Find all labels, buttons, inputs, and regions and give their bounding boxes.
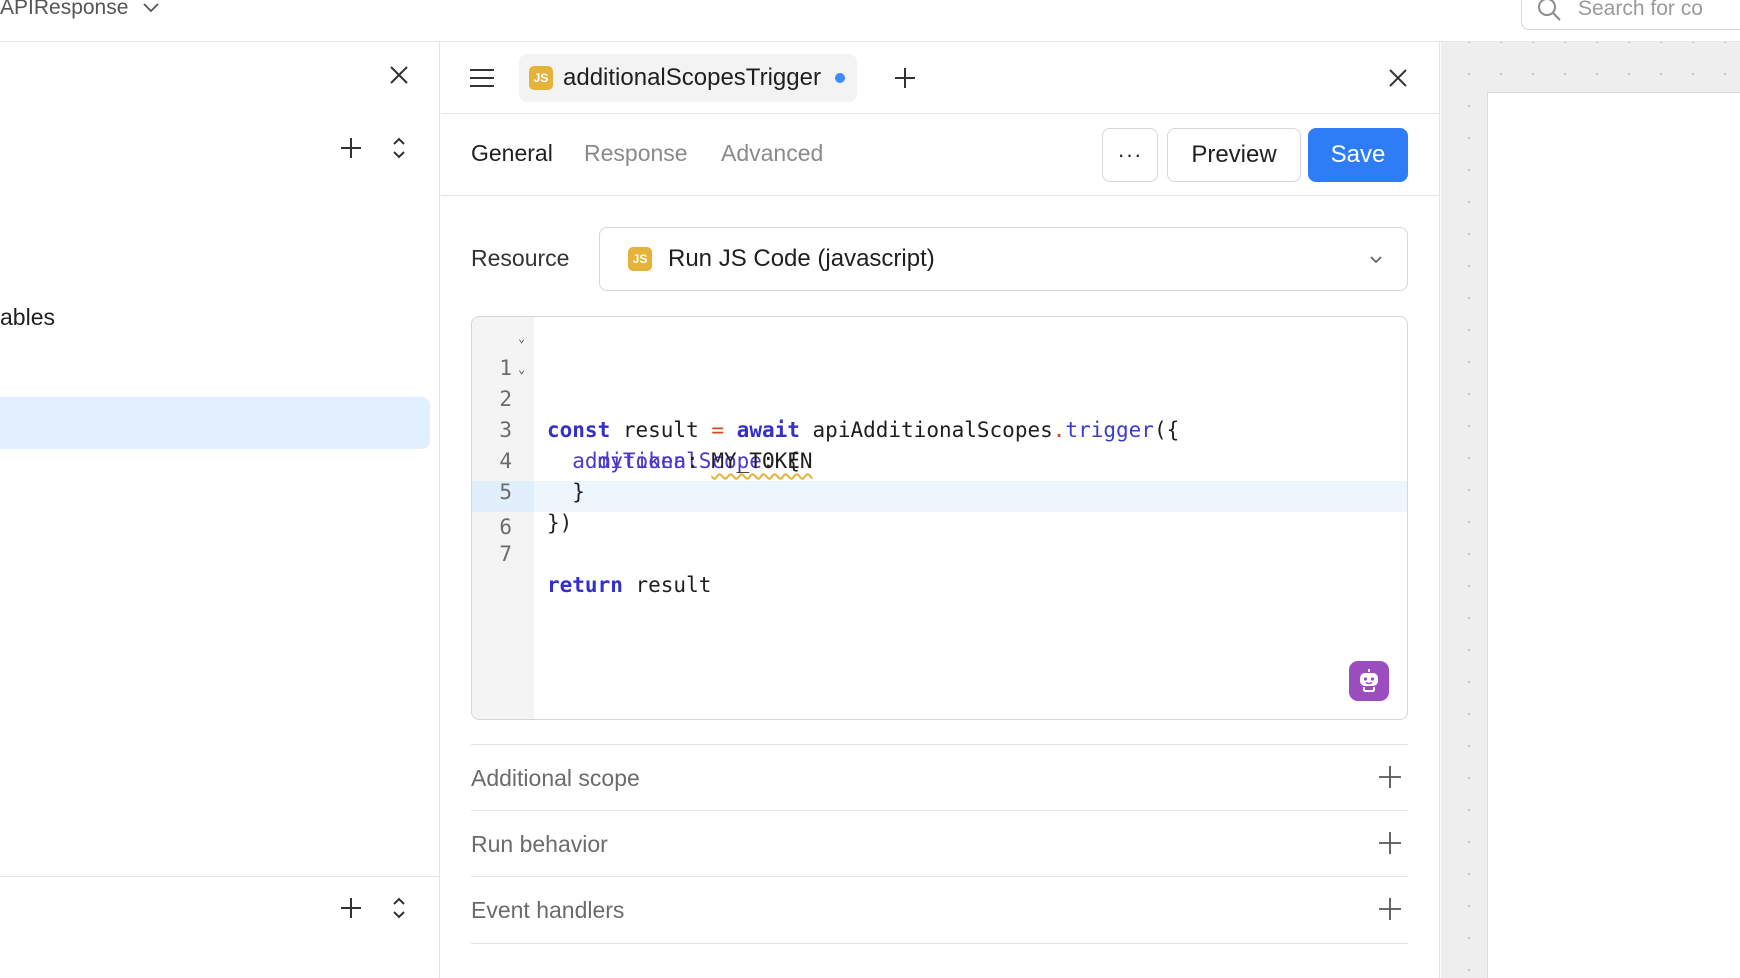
code-line: 3 myToken: MY_TOKEN xyxy=(472,384,1407,473)
search-icon xyxy=(1538,0,1561,21)
tab-general[interactable]: General xyxy=(471,140,553,167)
section-event-handlers[interactable]: Event handlers xyxy=(471,876,1408,942)
code-line: 2 ⌄ additionalScope: { xyxy=(472,353,1407,473)
top-bar: APIResponse Search for co xyxy=(0,0,1740,42)
code-line: 4 } xyxy=(472,415,1407,504)
menu-button[interactable] xyxy=(467,63,497,93)
search-input[interactable]: Search for co xyxy=(1521,0,1740,30)
section-run-behavior[interactable]: Run behavior xyxy=(471,810,1408,876)
query-sub-nav: General Response Advanced ··· Preview Sa… xyxy=(441,114,1440,196)
canvas-frame[interactable] xyxy=(1487,92,1740,978)
code-editor[interactable]: 1 ⌄ const result = await apiAdditionalSc… xyxy=(471,316,1408,720)
left-sidebar: ables xyxy=(0,42,440,978)
app-title: APIResponse xyxy=(0,0,129,19)
tab-advanced[interactable]: Advanced xyxy=(721,140,823,167)
sidebar-section-label: ables xyxy=(0,304,55,330)
line-number: 7 xyxy=(499,542,512,566)
section-label: Run behavior xyxy=(471,831,608,857)
resource-label: Resource xyxy=(471,245,570,271)
code-line: 1 ⌄ const result = await apiAdditionalSc… xyxy=(472,322,1407,442)
sidebar-divider xyxy=(0,876,440,877)
js-badge-icon: JS xyxy=(529,66,553,90)
query-editor-panel: JS additionalScopesTrigger General Respo… xyxy=(441,42,1440,978)
save-button[interactable]: Save xyxy=(1308,128,1408,182)
code-line: 5 }) xyxy=(472,446,1407,535)
section-divider xyxy=(471,943,1408,944)
chevron-down-icon xyxy=(1370,256,1382,264)
plus-icon xyxy=(1379,766,1401,788)
ai-assistant-button[interactable] xyxy=(1349,661,1389,701)
expand-collapse-button-bottom[interactable] xyxy=(384,893,414,923)
fold-chevron-icon[interactable]: ⌄ xyxy=(518,354,525,385)
resource-value: Run JS Code (javascript) xyxy=(668,245,935,272)
tab-additional-scopes-trigger[interactable]: JS additionalScopesTrigger xyxy=(519,54,857,102)
js-resource-icon: JS xyxy=(628,247,652,271)
plus-icon xyxy=(1379,832,1401,854)
tab-name: additionalScopesTrigger xyxy=(563,64,821,91)
close-icon xyxy=(390,66,408,84)
fold-chevron-icon[interactable]: ⌄ xyxy=(518,323,525,354)
plus-icon xyxy=(341,138,361,158)
code-line: 7 return result xyxy=(472,508,1407,597)
close-panel-button[interactable] xyxy=(1383,63,1413,93)
section-label: Event handlers xyxy=(471,897,625,923)
more-options-button[interactable]: ··· xyxy=(1102,128,1158,182)
expand-collapse-icon xyxy=(393,897,405,919)
add-item-button-bottom[interactable] xyxy=(336,893,366,923)
preview-button[interactable]: Preview xyxy=(1167,128,1301,182)
plus-icon xyxy=(341,898,361,918)
hamburger-menu-icon xyxy=(470,69,494,87)
plus-icon xyxy=(1379,898,1401,920)
search-placeholder: Search for co xyxy=(1578,0,1703,20)
expand-collapse-icon xyxy=(393,137,405,159)
section-additional-scope[interactable]: Additional scope xyxy=(471,744,1408,810)
ai-assistant-icon xyxy=(1360,669,1378,692)
app-canvas[interactable] xyxy=(1441,42,1740,978)
expand-collapse-button[interactable] xyxy=(384,133,414,163)
app-selector[interactable]: APIResponse xyxy=(0,0,160,20)
plus-icon xyxy=(895,68,915,88)
resource-select[interactable]: JS Run JS Code (javascript) xyxy=(599,227,1408,291)
close-icon xyxy=(1389,69,1407,87)
close-sidebar-button[interactable] xyxy=(384,60,414,90)
code-token: return xyxy=(547,573,623,597)
add-item-button[interactable] xyxy=(336,133,366,163)
new-tab-button[interactable] xyxy=(890,63,920,93)
chevron-down-icon xyxy=(143,3,160,13)
section-label: Additional scope xyxy=(471,765,640,791)
code-token: result xyxy=(622,573,712,597)
sidebar-item-selected[interactable] xyxy=(0,397,430,449)
query-tab-bar: JS additionalScopesTrigger xyxy=(441,42,1440,114)
unsaved-indicator xyxy=(834,73,845,83)
tab-response[interactable]: Response xyxy=(584,140,688,167)
